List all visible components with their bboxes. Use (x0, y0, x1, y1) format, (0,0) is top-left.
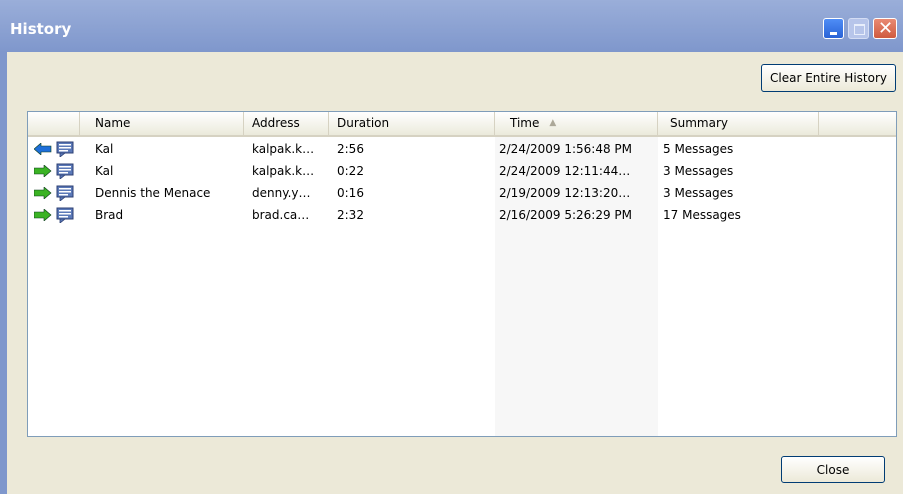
row-icons (34, 185, 78, 201)
table-row[interactable]: Kal kalpak.k… 2:56 2/24/2009 1:56:48 PM 5 Me… (28, 138, 896, 160)
cell-name: Brad (95, 208, 124, 222)
blue-left-arrow-icon (34, 143, 52, 155)
message-icon (56, 141, 74, 157)
cell-address: brad.ca… (252, 208, 310, 222)
cell-summary: 3 Messages (663, 186, 734, 200)
message-icon (56, 185, 74, 201)
green-right-arrow-icon (34, 209, 52, 221)
cell-duration: 2:56 (337, 142, 364, 156)
window-title: History (10, 20, 72, 38)
window-border (0, 52, 7, 494)
cell-name: Kal (95, 142, 114, 156)
header-filler (819, 112, 896, 135)
list-header: Name Address Duration Time ▲ Summary (28, 112, 896, 137)
cell-address: kalpak.k… (252, 164, 315, 178)
header-time[interactable]: Time ▲ (495, 112, 658, 135)
table-row[interactable]: Brad brad.ca… 2:32 2/16/2009 5:26:29 PM 17 M… (28, 204, 896, 226)
history-list[interactable]: Name Address Duration Time ▲ Summary Kal k… (27, 111, 897, 437)
table-row[interactable]: Dennis the Menace denny.y… 0:16 2/19/2009 1… (28, 182, 896, 204)
cell-duration: 0:22 (337, 164, 364, 178)
row-icons (34, 207, 78, 223)
cell-duration: 2:32 (337, 208, 364, 222)
header-icon-column[interactable] (28, 112, 80, 135)
cell-time: 2/16/2009 5:26:29 PM (499, 208, 633, 222)
cell-duration: 0:16 (337, 186, 364, 200)
header-duration[interactable]: Duration (329, 112, 495, 135)
header-summary-label: Summary (670, 116, 728, 130)
green-right-arrow-icon (34, 165, 52, 177)
row-icons (34, 163, 78, 179)
header-summary[interactable]: Summary (658, 112, 819, 135)
header-address-label: Address (252, 116, 300, 130)
cell-time: 2/19/2009 12:13:20… (499, 186, 631, 200)
cell-time: 2/24/2009 12:11:44… (499, 164, 631, 178)
minimize-button[interactable] (823, 18, 844, 39)
cell-address: denny.y… (252, 186, 311, 200)
cell-time: 2/24/2009 1:56:48 PM (499, 142, 633, 156)
maximize-button (848, 18, 869, 39)
clear-history-button[interactable]: Clear Entire History (761, 64, 896, 92)
close-button[interactable]: Close (781, 456, 885, 483)
close-window-button[interactable]: ✕ (873, 18, 897, 39)
close-icon: ✕ (878, 18, 894, 39)
cell-summary: 17 Messages (663, 208, 741, 222)
cell-address: kalpak.k… (252, 142, 315, 156)
table-row[interactable]: Kal kalpak.k… 0:22 2/24/2009 12:11:44… 3 Mes… (28, 160, 896, 182)
header-name-label: Name (95, 116, 131, 130)
header-address[interactable]: Address (244, 112, 329, 135)
history-window: History ✕ Clear Entire History Name Addr… (0, 0, 903, 494)
cell-summary: 5 Messages (663, 142, 734, 156)
green-right-arrow-icon (34, 187, 52, 199)
title-bar[interactable]: History ✕ (0, 0, 903, 52)
cell-name: Dennis the Menace (95, 186, 211, 200)
cell-name: Kal (95, 164, 114, 178)
row-icons (34, 141, 78, 157)
header-duration-label: Duration (337, 116, 390, 130)
sort-ascending-icon: ▲ (549, 118, 557, 128)
header-time-label: Time (510, 116, 540, 130)
header-name[interactable]: Name (87, 112, 244, 135)
message-icon (56, 163, 74, 179)
message-icon (56, 207, 74, 223)
cell-summary: 3 Messages (663, 164, 734, 178)
